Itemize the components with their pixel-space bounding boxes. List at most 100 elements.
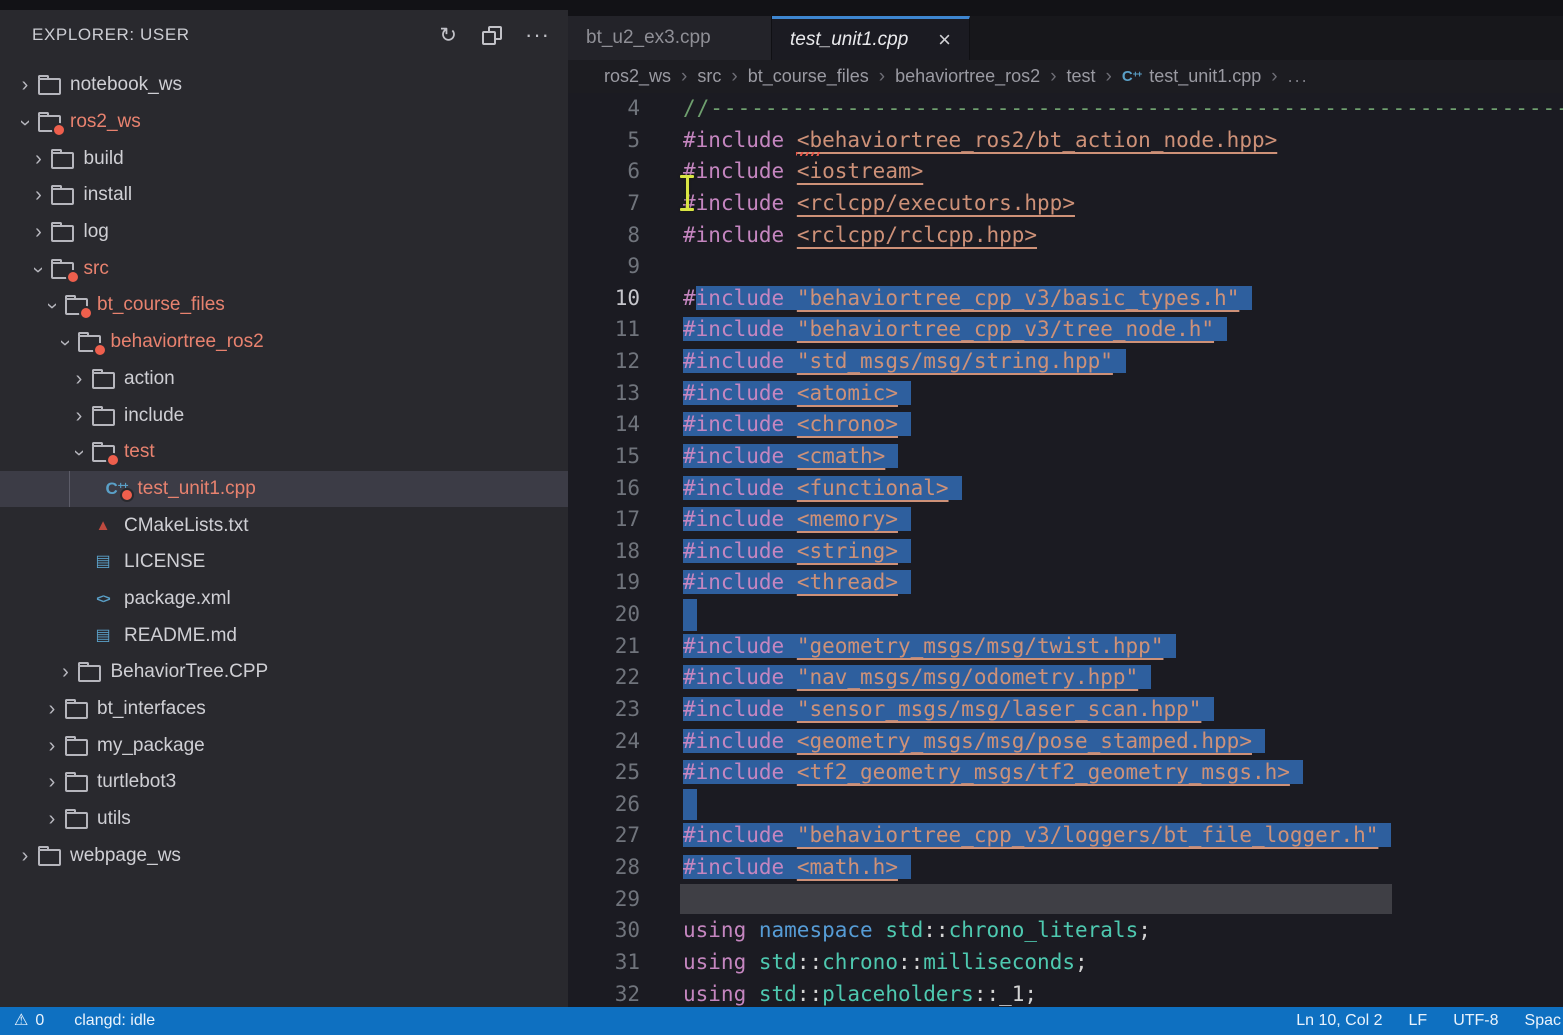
cursor-position[interactable]: Ln 10, Col 2 bbox=[1296, 1012, 1382, 1030]
tree-item-test[interactable]: ›test bbox=[0, 434, 568, 471]
code-line-13[interactable]: 13#include <atomic> bbox=[568, 378, 1563, 410]
chevron-right-icon[interactable]: › bbox=[14, 846, 36, 866]
code-line-5[interactable]: 5#include <behaviortree_ros2/bt_action_n… bbox=[568, 125, 1563, 157]
refresh-explorer-icon[interactable]: ↻ bbox=[439, 25, 457, 46]
tree-item-license[interactable]: ▤LICENSE bbox=[0, 544, 568, 581]
line-number: 26 bbox=[568, 789, 640, 821]
line-number: 4 bbox=[568, 93, 640, 125]
tab-test-unit1-cpp[interactable]: test_unit1.cpp × bbox=[772, 16, 970, 60]
collapse-folders-icon[interactable] bbox=[481, 25, 501, 45]
tree-item-include[interactable]: › include bbox=[0, 397, 568, 434]
breadcrumb-item-src[interactable]: src bbox=[697, 66, 721, 87]
tab-bt-u2-ex3-cpp[interactable]: bt_u2_ex3.cpp bbox=[568, 16, 772, 60]
chevron-down-icon[interactable]: › bbox=[68, 442, 90, 462]
code-line-30[interactable]: 30using namespace std::chrono_literals; bbox=[568, 915, 1563, 947]
tree-item-utils[interactable]: ›utils bbox=[0, 801, 568, 838]
code-line-28[interactable]: 28#include <math.h> bbox=[568, 852, 1563, 884]
code-line-31[interactable]: 31using std::chrono::milliseconds; bbox=[568, 947, 1563, 979]
chevron-down-icon[interactable]: › bbox=[14, 112, 36, 132]
chevron-down-icon[interactable]: › bbox=[28, 259, 50, 279]
line-number: 15 bbox=[568, 441, 640, 473]
code-line-26[interactable]: 26 bbox=[568, 789, 1563, 821]
code-line-16[interactable]: 16#include <functional> bbox=[568, 473, 1563, 505]
tree-item-cmakelists-txt[interactable]: ▲CMakeLists.txt bbox=[0, 507, 568, 544]
code-line-4[interactable]: 4//-------------------------------------… bbox=[568, 93, 1563, 125]
explorer-title: EXPLORER: USER bbox=[32, 25, 190, 45]
code-line-15[interactable]: 15#include <cmath> bbox=[568, 441, 1563, 473]
code-line-23[interactable]: 23#include "sensor_msgs/msg/laser_scan.h… bbox=[568, 694, 1563, 726]
chevron-right-icon[interactable]: › bbox=[41, 809, 63, 829]
breadcrumb-item-behaviortree-ros2[interactable]: behaviortree_ros2 bbox=[895, 66, 1040, 87]
code-line-10[interactable]: 10#include "behaviortree_cpp_v3/basic_ty… bbox=[568, 283, 1563, 315]
chevron-right-icon[interactable]: › bbox=[28, 185, 50, 205]
chevron-down-icon[interactable]: › bbox=[55, 332, 77, 352]
clangd-status[interactable]: clangd: idle bbox=[74, 1012, 155, 1030]
chevron-right-icon[interactable]: › bbox=[41, 699, 63, 719]
chevron-right-icon[interactable]: › bbox=[55, 662, 77, 682]
code-line-8[interactable]: 8#include <rclcpp/rclcpp.hpp> bbox=[568, 220, 1563, 252]
code-line-22[interactable]: 22#include "nav_msgs/msg/odometry.hpp" bbox=[568, 662, 1563, 694]
line-number: 7 bbox=[568, 188, 640, 220]
chevron-right-icon[interactable]: › bbox=[28, 222, 50, 242]
code-line-14[interactable]: 14#include <chrono> bbox=[568, 409, 1563, 441]
breadcrumb-item-ros2-ws[interactable]: ros2_ws bbox=[604, 66, 671, 87]
chevron-right-icon[interactable]: › bbox=[28, 149, 50, 169]
code-line-12[interactable]: 12#include "std_msgs/msg/string.hpp" bbox=[568, 346, 1563, 378]
chevron-right-icon[interactable]: › bbox=[41, 736, 63, 756]
cpp-file-icon: C++ bbox=[1122, 68, 1141, 85]
code-line-19[interactable]: 19#include <thread> bbox=[568, 567, 1563, 599]
tree-item-turtlebot3[interactable]: ›turtlebot3 bbox=[0, 764, 568, 801]
tree-item-readme-md[interactable]: ▤README.md bbox=[0, 617, 568, 654]
more-actions-icon[interactable]: ··· bbox=[525, 22, 550, 48]
code-line-6[interactable]: 6#include <iostream> bbox=[568, 156, 1563, 188]
tree-item-log[interactable]: ›log bbox=[0, 214, 568, 251]
chevron-right-icon[interactable]: › bbox=[14, 75, 36, 95]
encoding-indicator[interactable]: UTF-8 bbox=[1453, 1012, 1498, 1030]
tree-item-notebook-ws[interactable]: ›notebook_ws bbox=[0, 67, 568, 104]
xml-file-icon: <> bbox=[96, 591, 109, 606]
tree-item-label: include bbox=[124, 405, 184, 427]
code-line-18[interactable]: 18#include <string> bbox=[568, 536, 1563, 568]
code-line-20[interactable]: 20 bbox=[568, 599, 1563, 631]
code-editor[interactable]: 4//-------------------------------------… bbox=[568, 93, 1563, 1007]
tree-item-ros2-ws[interactable]: ›ros2_ws bbox=[0, 104, 568, 141]
breadcrumb-item-test[interactable]: test bbox=[1067, 66, 1096, 87]
code-line-24[interactable]: 24#include <geometry_msgs/msg/pose_stamp… bbox=[568, 726, 1563, 758]
tree-item-install[interactable]: ›install bbox=[0, 177, 568, 214]
breadcrumb-item-file[interactable]: test_unit1.cpp bbox=[1149, 66, 1261, 87]
code-line-7[interactable]: 7#include <rclcpp/executors.hpp> bbox=[568, 188, 1563, 220]
code-line-21[interactable]: 21#include "geometry_msgs/msg/twist.hpp" bbox=[568, 631, 1563, 663]
close-tab-icon[interactable]: × bbox=[938, 29, 951, 51]
tree-item-action[interactable]: ›action bbox=[0, 361, 568, 398]
breadcrumb-item-bt-course-files[interactable]: bt_course_files bbox=[748, 66, 869, 87]
tree-item-build[interactable]: ›build bbox=[0, 140, 568, 177]
indentation-indicator[interactable]: Spac bbox=[1525, 1012, 1561, 1030]
eol-indicator[interactable]: LF bbox=[1409, 1012, 1428, 1030]
tree-item-webpage-ws[interactable]: ›webpage_ws bbox=[0, 837, 568, 874]
code-line-27[interactable]: 27#include "behaviortree_cpp_v3/loggers/… bbox=[568, 820, 1563, 852]
tree-item-package-xml[interactable]: <>package.xml bbox=[0, 581, 568, 618]
folder-icon bbox=[78, 665, 101, 682]
breadcrumb-symbol-placeholder[interactable]: ... bbox=[1288, 66, 1309, 87]
tree-item-src[interactable]: ›src bbox=[0, 250, 568, 287]
chevron-right-icon[interactable]: › bbox=[68, 369, 90, 389]
code-line-17[interactable]: 17#include <memory> bbox=[568, 504, 1563, 536]
tree-item-bt-course-files[interactable]: ›bt_course_files bbox=[0, 287, 568, 324]
chevron-right-icon[interactable]: › bbox=[68, 406, 90, 426]
tree-item-bt-interfaces[interactable]: ›bt_interfaces bbox=[0, 691, 568, 728]
line-number: 10 bbox=[568, 283, 640, 315]
horizontal-scrollbar[interactable] bbox=[680, 884, 1392, 914]
tree-item-behaviortree-cpp[interactable]: ›BehaviorTree.CPP bbox=[0, 654, 568, 691]
code-line-32[interactable]: 32using std::placeholders::_1; bbox=[568, 979, 1563, 1008]
problems-indicator[interactable]: ⚠ 0 bbox=[14, 1012, 44, 1030]
tree-item-test-unit1-cpp[interactable]: C++test_unit1.cpp bbox=[0, 471, 568, 508]
selected-text: #include <functional> bbox=[683, 476, 962, 500]
tree-item-my-package[interactable]: ›my_package bbox=[0, 727, 568, 764]
chevron-right-icon[interactable]: › bbox=[41, 772, 63, 792]
code-line-11[interactable]: 11#include "behaviortree_cpp_v3/tree_nod… bbox=[568, 314, 1563, 346]
chevron-down-icon[interactable]: › bbox=[41, 295, 63, 315]
selected-text: #include "sensor_msgs/msg/laser_scan.hpp… bbox=[683, 697, 1214, 721]
code-line-9[interactable]: 9 bbox=[568, 251, 1563, 283]
code-line-25[interactable]: 25#include <tf2_geometry_msgs/tf2_geomet… bbox=[568, 757, 1563, 789]
tree-item-behaviortree-ros2[interactable]: ›behaviortree_ros2 bbox=[0, 324, 568, 361]
